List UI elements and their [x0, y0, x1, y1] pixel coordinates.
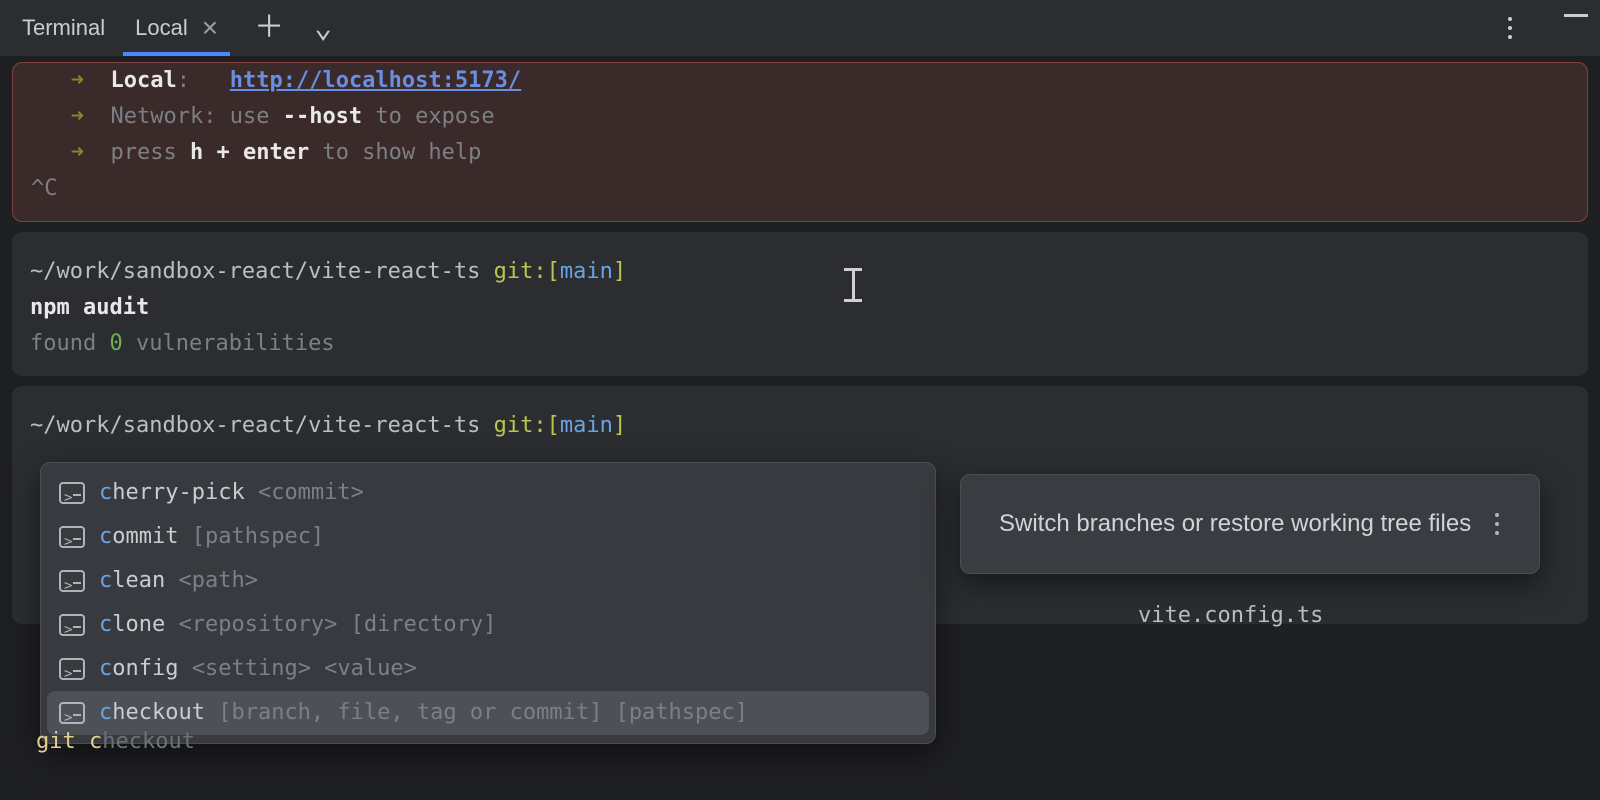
vite-output-block: ➜ Local: http://localhost:5173/ ➜ Networ… — [12, 62, 1588, 222]
vite-help-line: ➜ press h + enter to show help — [31, 135, 1569, 171]
audit-result: found 0 vulnerabilities — [30, 326, 1570, 362]
arrow-icon: ➜ — [71, 68, 84, 93]
npm-audit-block: ~/work/sandbox-react/vite-react-ts git:[… — [12, 232, 1588, 376]
autocomplete-text: config <setting> <value> — [99, 652, 417, 686]
autocomplete-text: checkout [branch, file, tag or commit] [… — [99, 696, 748, 730]
file-vite-config: vite.config.ts — [1138, 598, 1323, 634]
autocomplete-text: clean <path> — [99, 564, 258, 598]
chevron-down-icon[interactable]: ⌄ — [308, 13, 338, 43]
command-input-line[interactable]: git checkout — [36, 724, 195, 760]
autocomplete-item[interactable]: commit [pathspec] — [41, 515, 935, 559]
terminal-icon — [59, 570, 85, 592]
tab-local[interactable]: Local × — [123, 0, 230, 56]
tooltip-text: Switch branches or restore working tree … — [999, 507, 1471, 541]
arrow-icon: ➜ — [71, 140, 84, 165]
terminal-tabbar: Terminal Local × ＋ ⌄ — [0, 0, 1600, 56]
close-icon[interactable]: × — [202, 14, 218, 42]
ghost-text: heckout — [102, 729, 195, 754]
ctrl-c: ^C — [31, 171, 1569, 207]
prompt-line: ~/work/sandbox-react/vite-react-ts git:[… — [30, 254, 1570, 290]
autocomplete-text: cherry-pick <commit> — [99, 476, 364, 510]
terminal-icon — [59, 482, 85, 504]
autocomplete-text: clone <repository> [directory] — [99, 608, 496, 642]
autocomplete-popup: cherry-pick <commit> commit [pathspec] cle… — [40, 462, 936, 744]
autocomplete-item[interactable]: clean <path> — [41, 559, 935, 603]
vite-network-label: Network — [111, 104, 204, 129]
terminal-icon — [59, 658, 85, 680]
add-tab-icon[interactable]: ＋ — [248, 13, 290, 43]
localhost-link[interactable]: http://localhost:5173/ — [230, 68, 521, 93]
vite-local-label: Local — [111, 68, 177, 93]
panel-title: Terminal — [22, 15, 105, 41]
terminal-icon — [59, 526, 85, 548]
tooltip-more-icon[interactable] — [1495, 513, 1499, 535]
vite-network-line: ➜ Network: use --host to expose — [31, 99, 1569, 135]
text-cursor-icon — [844, 268, 862, 302]
terminal-icon — [59, 614, 85, 636]
prompt-line: ~/work/sandbox-react/vite-react-ts git:[… — [30, 408, 1570, 444]
autocomplete-item[interactable]: clone <repository> [directory] — [41, 603, 935, 647]
arrow-icon: ➜ — [71, 104, 84, 129]
command-tooltip: Switch branches or restore working tree … — [960, 474, 1540, 574]
vite-local-line: ➜ Local: http://localhost:5173/ — [31, 63, 1569, 99]
minimize-icon[interactable] — [1564, 14, 1588, 17]
autocomplete-text: commit [pathspec] — [99, 520, 324, 554]
more-options-icon[interactable] — [1502, 11, 1518, 45]
command-npm-audit: npm audit — [30, 290, 1570, 326]
autocomplete-item[interactable]: cherry-pick <commit> — [41, 471, 935, 515]
terminal-icon — [59, 702, 85, 724]
tab-label: Local — [135, 15, 188, 41]
typed-text: git c — [36, 729, 102, 754]
autocomplete-item[interactable]: config <setting> <value> — [41, 647, 935, 691]
